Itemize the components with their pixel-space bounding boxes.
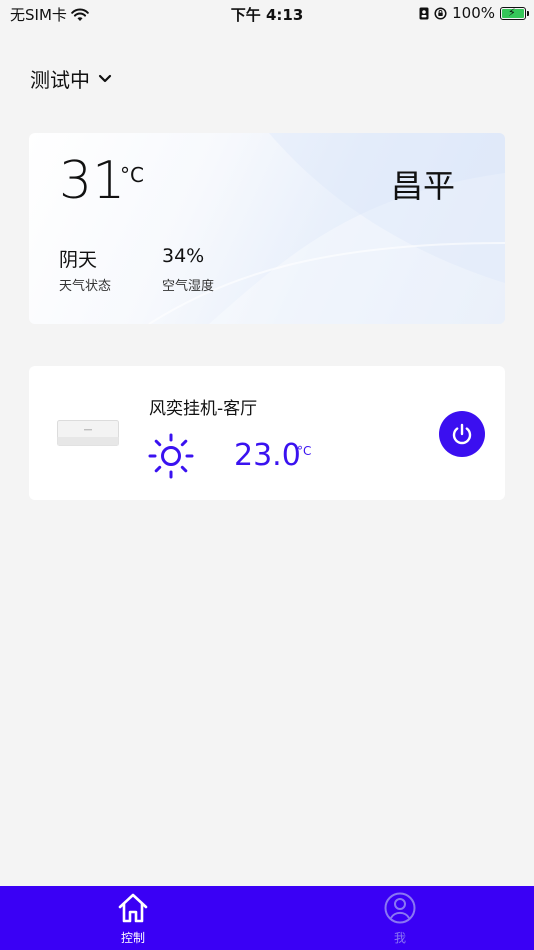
- home-icon: [118, 893, 148, 923]
- set-temperature: 23.0: [234, 438, 301, 473]
- tab-me[interactable]: 我: [370, 892, 430, 946]
- city-name: 昌平: [390, 167, 455, 205]
- user-icon: [384, 892, 416, 924]
- sim-icon: [419, 7, 429, 19]
- battery-percent: 100%: [452, 4, 495, 22]
- tab-me-label: 我: [393, 931, 406, 945]
- humidity-value: 34%: [162, 245, 205, 267]
- power-icon: [452, 423, 472, 445]
- battery-icon: ⚡: [500, 6, 529, 20]
- sun-icon: [148, 433, 194, 479]
- air-conditioner-image: [57, 420, 119, 446]
- status-right: 100% ⚡: [419, 4, 529, 22]
- device-card[interactable]: 风奕挂机-客厅 23.0 °C: [29, 366, 505, 500]
- tab-control-label: 控制: [120, 931, 145, 945]
- status-bar: 无SIM卡 下午 4:13 100% ⚡: [0, 0, 534, 28]
- weather-condition-value: 阴天: [59, 249, 98, 271]
- weather-condition-label: 天气状态: [59, 279, 112, 294]
- power-button[interactable]: [439, 411, 485, 457]
- home-name: 测试中: [30, 68, 90, 92]
- chevron-down-icon: [98, 74, 112, 82]
- humidity-label: 空气湿度: [162, 279, 215, 294]
- set-temperature-unit: °C: [297, 444, 312, 458]
- current-temperature: 31: [59, 151, 126, 211]
- bottom-tab-bar: 控制 我: [0, 886, 534, 950]
- tab-control[interactable]: 控制: [103, 892, 163, 946]
- device-name: 风奕挂机-客厅: [149, 399, 258, 419]
- temperature-unit: °C: [120, 163, 144, 187]
- rotation-lock-icon: [434, 6, 447, 20]
- weather-card: 31 °C 昌平 阴天 天气状态 34% 空气湿度: [29, 133, 505, 324]
- home-selector[interactable]: 测试中: [30, 64, 112, 93]
